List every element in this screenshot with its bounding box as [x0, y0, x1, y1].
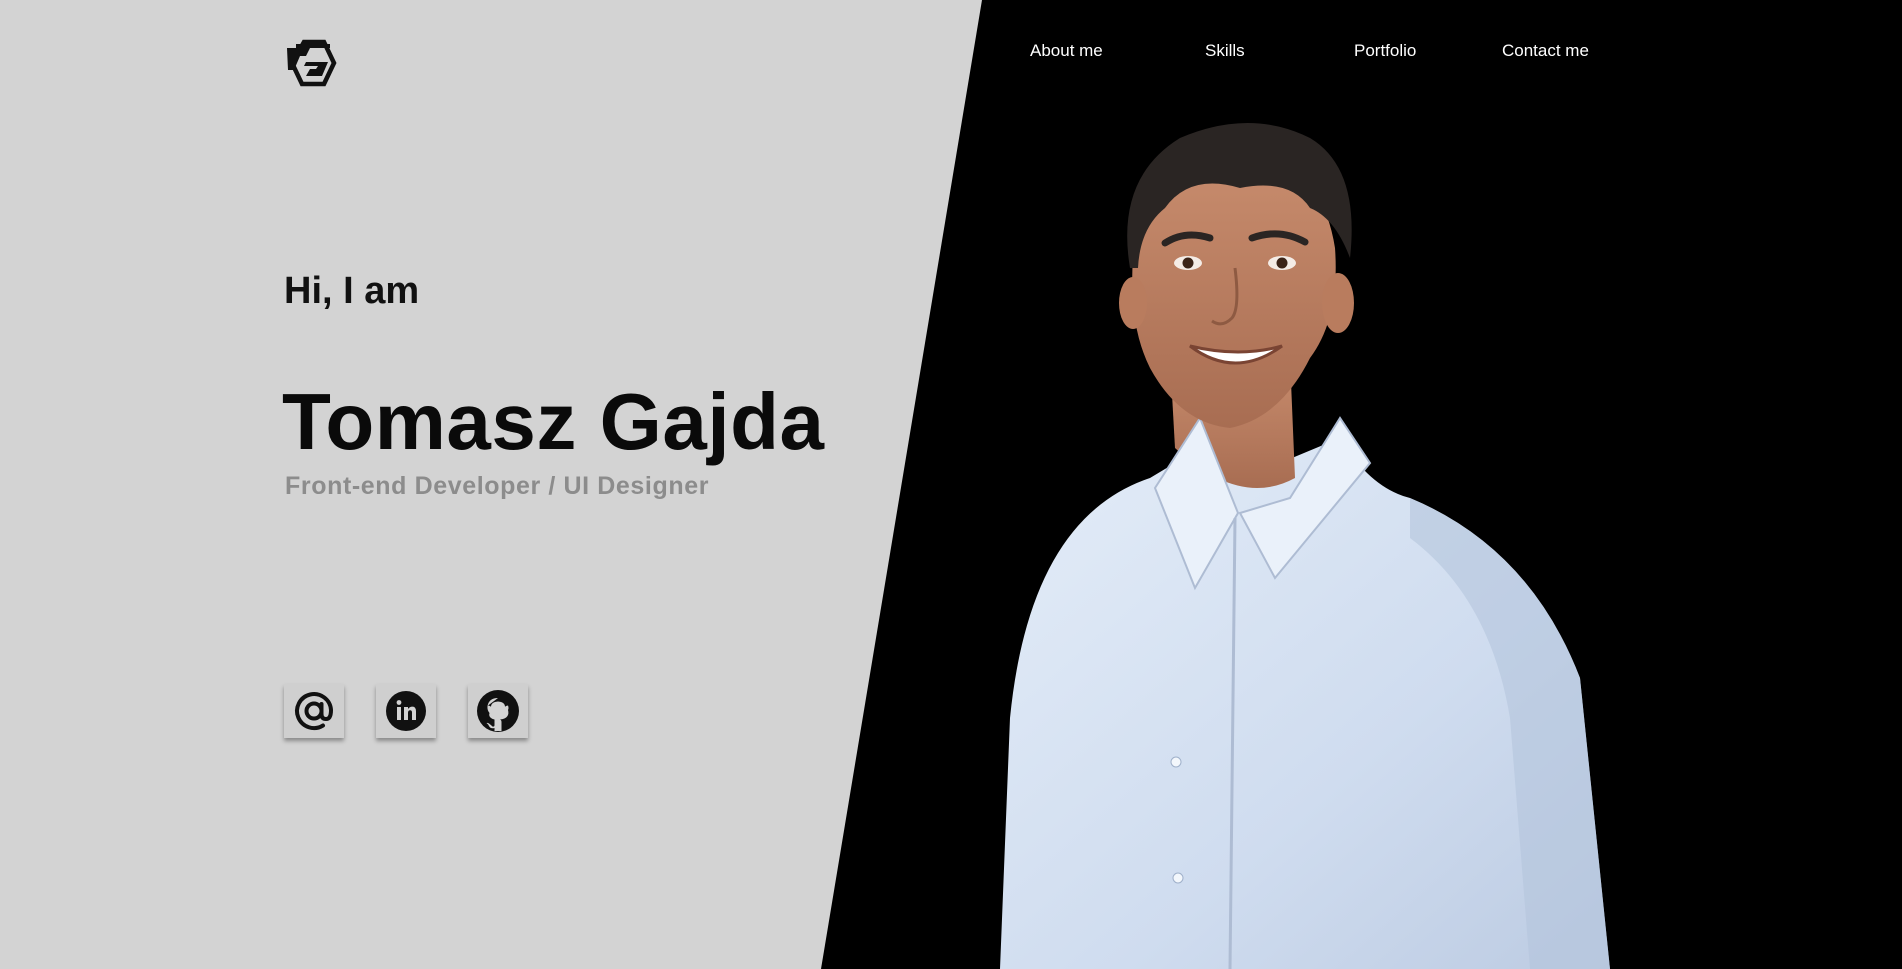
nav-contact-me[interactable]: Contact me — [1502, 41, 1589, 61]
at-sign-icon — [295, 692, 334, 731]
linkedin-button[interactable] — [376, 684, 436, 738]
hero-role: Front-end Developer / UI Designer — [285, 472, 710, 500]
nav-about-me[interactable]: About me — [1030, 41, 1103, 61]
nav-portfolio[interactable]: Portfolio — [1354, 41, 1416, 61]
linkedin-icon — [386, 691, 426, 731]
hero-name: Tomasz Gajda — [282, 377, 825, 466]
nav-skills[interactable]: Skills — [1205, 41, 1245, 61]
github-icon — [477, 690, 519, 732]
main-nav: About me Skills Portfolio Contact me — [1000, 41, 1640, 65]
page: About me Skills Portfolio Contact me Hi,… — [0, 0, 1902, 969]
tg-logo-icon[interactable] — [284, 36, 338, 90]
email-button[interactable] — [284, 684, 344, 738]
hero-greeting: Hi, I am — [284, 270, 420, 312]
github-button[interactable] — [468, 684, 528, 738]
profile-photo — [1000, 123, 1610, 969]
social-links — [284, 684, 544, 740]
